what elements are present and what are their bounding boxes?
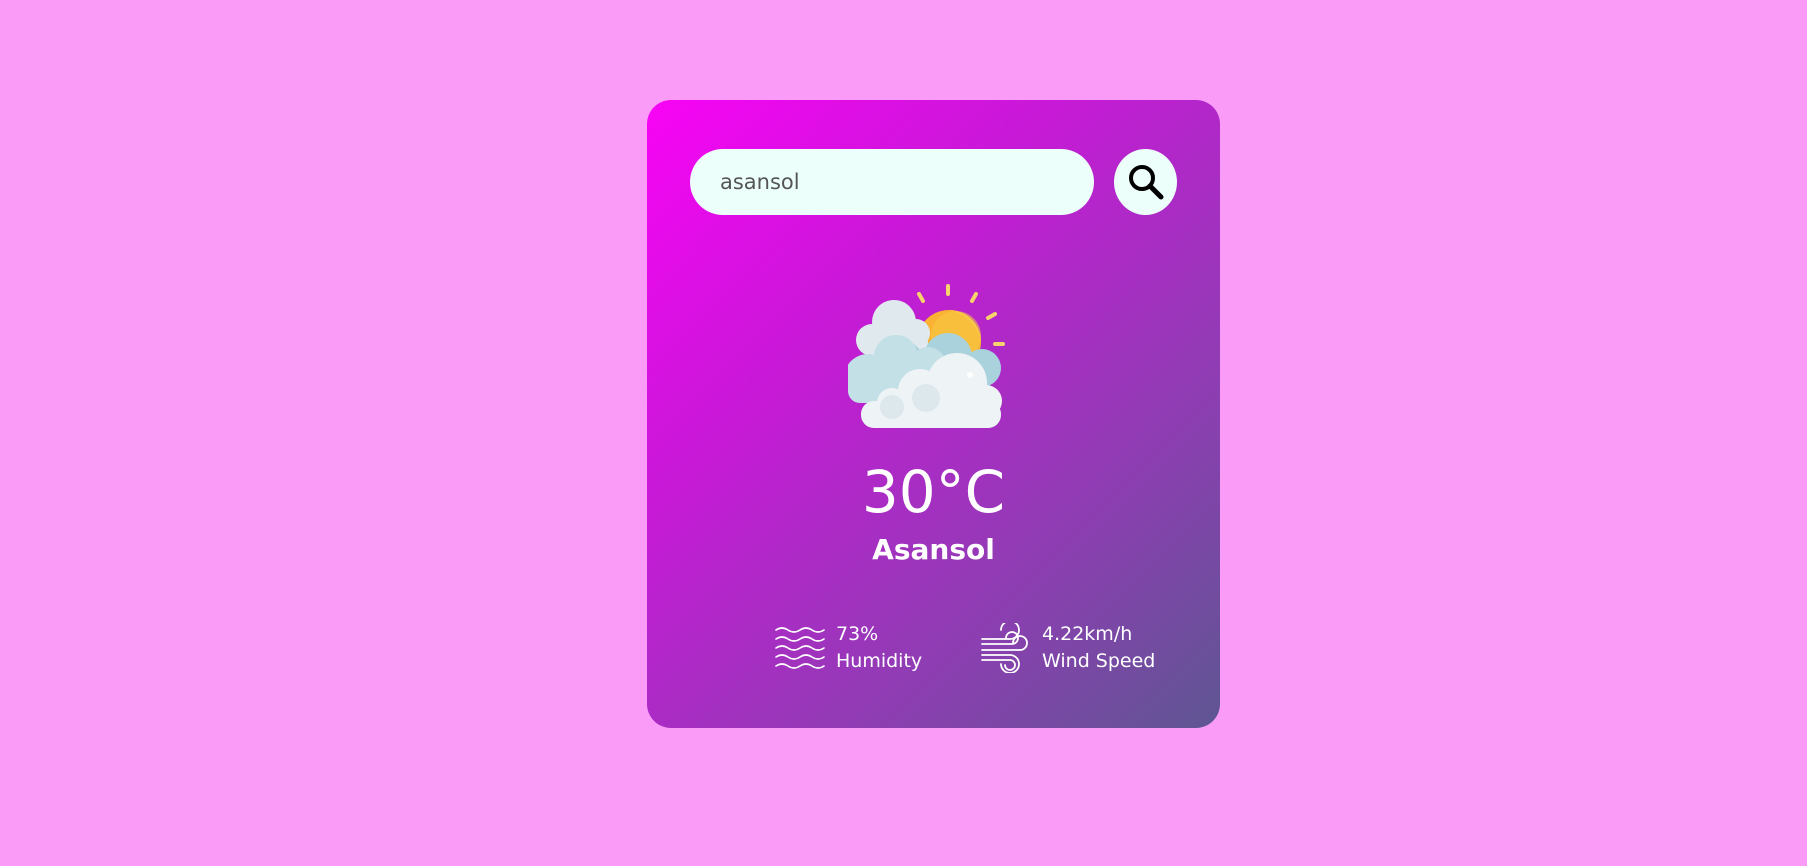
wind-speed-value: 4.22km/h bbox=[1042, 623, 1133, 645]
wind-speed-label: Wind Speed bbox=[1042, 650, 1156, 672]
humidity-label: Humidity bbox=[836, 650, 923, 672]
search-input[interactable] bbox=[690, 149, 1094, 215]
weather-card: 30°C Asansol 73% Humidity bbox=[647, 100, 1220, 728]
city-name: Asansol bbox=[872, 533, 995, 566]
humidity-value: 73% bbox=[836, 623, 879, 645]
temperature-display: 30°C bbox=[861, 458, 1006, 526]
wind-icon bbox=[981, 623, 1028, 673]
wind-detail: 4.22km/h Wind Speed bbox=[980, 621, 1155, 675]
humidity-detail: 73% Humidity bbox=[774, 621, 922, 675]
search-icon bbox=[1128, 165, 1163, 200]
partly-cloudy-sun-icon bbox=[848, 284, 1005, 428]
search-button[interactable] bbox=[1114, 149, 1177, 215]
humidity-waves-icon bbox=[775, 627, 825, 669]
